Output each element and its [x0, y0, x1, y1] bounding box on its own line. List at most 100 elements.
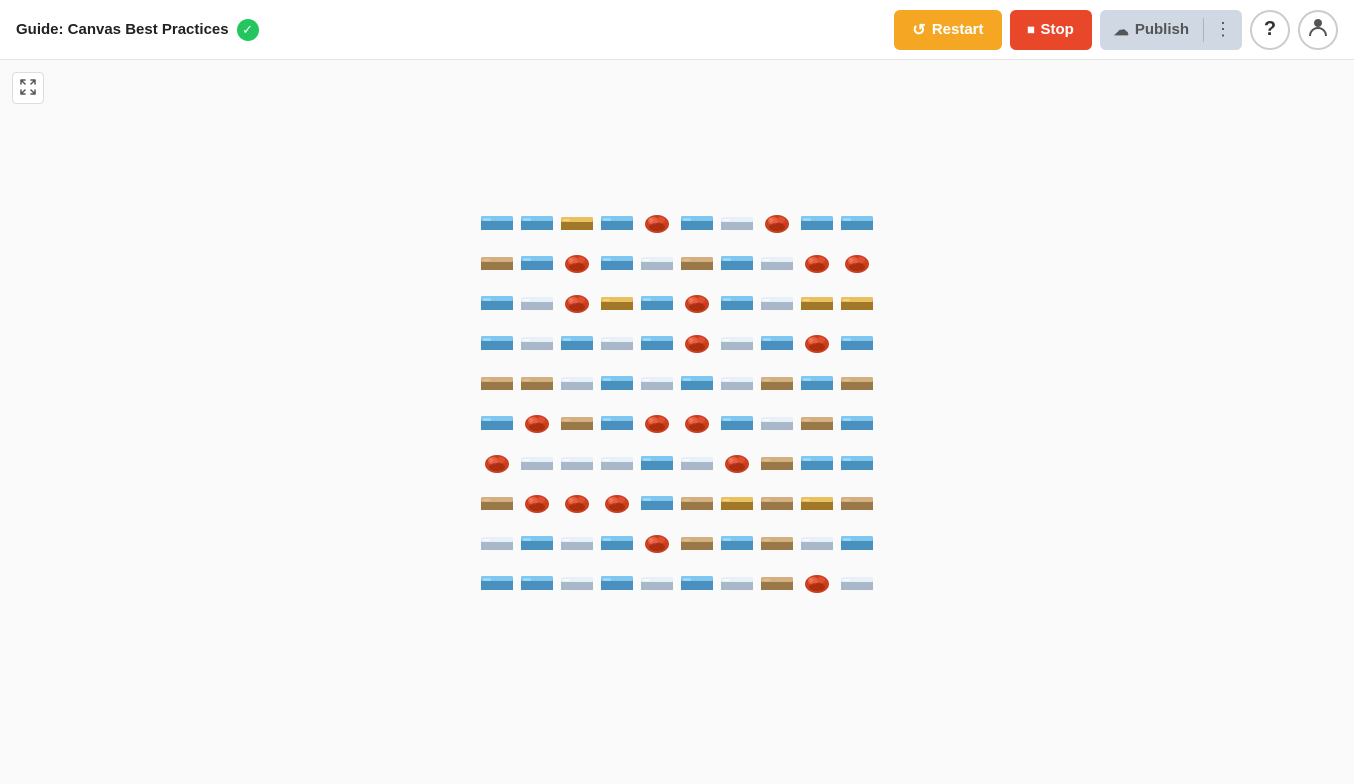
pixel-cell	[677, 402, 717, 442]
pixel-cell	[677, 202, 717, 242]
pixel-cell	[677, 242, 717, 282]
pixel-cell	[477, 322, 517, 362]
pixel-cell	[557, 202, 597, 242]
pixel-cell	[557, 482, 597, 522]
pixel-cell	[597, 402, 637, 442]
pixel-cell	[677, 522, 717, 562]
pixel-cell	[797, 242, 837, 282]
pixel-cell	[717, 362, 757, 402]
pixel-cell	[757, 282, 797, 322]
pixel-cell	[557, 322, 597, 362]
pixel-cell	[797, 442, 837, 482]
pixel-cell	[477, 282, 517, 322]
pixel-cell	[517, 442, 557, 482]
pixel-cell	[717, 522, 757, 562]
stop-button[interactable]: ⏹ Stop	[1010, 10, 1092, 50]
pixel-cell	[517, 322, 557, 362]
pixel-cell	[557, 402, 597, 442]
pixel-cell	[757, 202, 797, 242]
user-icon	[1307, 16, 1329, 44]
pixel-cell	[477, 562, 517, 602]
pixel-grid	[477, 202, 877, 602]
pixel-cell	[797, 282, 837, 322]
pixel-cell	[757, 522, 797, 562]
pixel-cell	[637, 362, 677, 402]
pixel-cell	[637, 442, 677, 482]
pixel-cell	[517, 362, 557, 402]
pixel-cell	[477, 482, 517, 522]
stop-label: Stop	[1041, 21, 1074, 38]
pixel-cell	[637, 242, 677, 282]
pixel-cell	[637, 522, 677, 562]
pixel-cell	[637, 482, 677, 522]
more-icon: ⋮	[1214, 19, 1232, 40]
canvas-area	[0, 60, 1354, 784]
pixel-cell	[837, 522, 877, 562]
pixel-cell	[717, 322, 757, 362]
page-title: Guide: Canvas Best Practices	[16, 21, 229, 38]
pixel-cell	[797, 402, 837, 442]
cloud-icon: ☁	[1114, 21, 1129, 39]
pixel-cell	[597, 442, 637, 482]
pixel-cell	[677, 482, 717, 522]
pixel-cell	[477, 522, 517, 562]
help-icon: ?	[1264, 18, 1276, 41]
pixel-cell	[517, 482, 557, 522]
pixel-cell	[717, 562, 757, 602]
pixel-cell	[837, 282, 877, 322]
pixel-cell	[797, 202, 837, 242]
header: Guide: Canvas Best Practices ✓ ↺ Restart…	[0, 0, 1354, 60]
pixel-cell	[837, 402, 877, 442]
pixel-cell	[597, 562, 637, 602]
publish-group: ☁ Publish ⋮	[1100, 10, 1242, 50]
pixel-cell	[757, 562, 797, 602]
pixel-cell	[637, 562, 677, 602]
pixel-cell	[797, 522, 837, 562]
pixel-cell	[837, 482, 877, 522]
pixel-cell	[557, 522, 597, 562]
pixel-cell	[477, 362, 517, 402]
pixel-cell	[717, 442, 757, 482]
publish-button[interactable]: ☁ Publish	[1100, 13, 1203, 47]
restart-icon: ↺	[912, 20, 925, 40]
pixel-cell	[757, 402, 797, 442]
help-button[interactable]: ?	[1250, 10, 1290, 50]
publish-more-button[interactable]: ⋮	[1204, 11, 1242, 48]
restart-label: Restart	[932, 21, 984, 38]
collapse-button[interactable]	[12, 72, 44, 104]
pixel-cell	[797, 322, 837, 362]
restart-button[interactable]: ↺ Restart	[894, 10, 1001, 50]
pixel-cell	[557, 442, 597, 482]
header-right: ↺ Restart ⏹ Stop ☁ Publish ⋮ ?	[894, 10, 1338, 50]
pixel-cell	[757, 482, 797, 522]
pixel-cell	[717, 282, 757, 322]
collapse-icon	[20, 79, 36, 98]
pixel-cell	[637, 202, 677, 242]
pixel-cell	[597, 522, 637, 562]
pixel-cell	[557, 282, 597, 322]
pixel-cell	[757, 442, 797, 482]
pixel-cell	[717, 242, 757, 282]
pixel-cell	[677, 322, 717, 362]
pixel-cell	[677, 362, 717, 402]
pixel-cell	[597, 322, 637, 362]
pixel-cell	[597, 202, 637, 242]
header-left: Guide: Canvas Best Practices ✓	[16, 19, 259, 41]
status-check-icon: ✓	[237, 19, 259, 41]
pixel-cell	[517, 202, 557, 242]
pixel-cell	[517, 282, 557, 322]
pixel-cell	[517, 562, 557, 602]
pixel-cell	[517, 242, 557, 282]
pixel-cell	[597, 282, 637, 322]
pixel-cell	[477, 442, 517, 482]
pixel-cell	[597, 482, 637, 522]
pixel-cell	[637, 282, 677, 322]
pixel-cell	[837, 562, 877, 602]
pixel-cell	[757, 242, 797, 282]
user-button[interactable]	[1298, 10, 1338, 50]
pixel-cell	[477, 202, 517, 242]
pixel-cell	[797, 482, 837, 522]
pixel-cell	[517, 522, 557, 562]
pixel-cell	[757, 362, 797, 402]
pixel-cell	[597, 362, 637, 402]
